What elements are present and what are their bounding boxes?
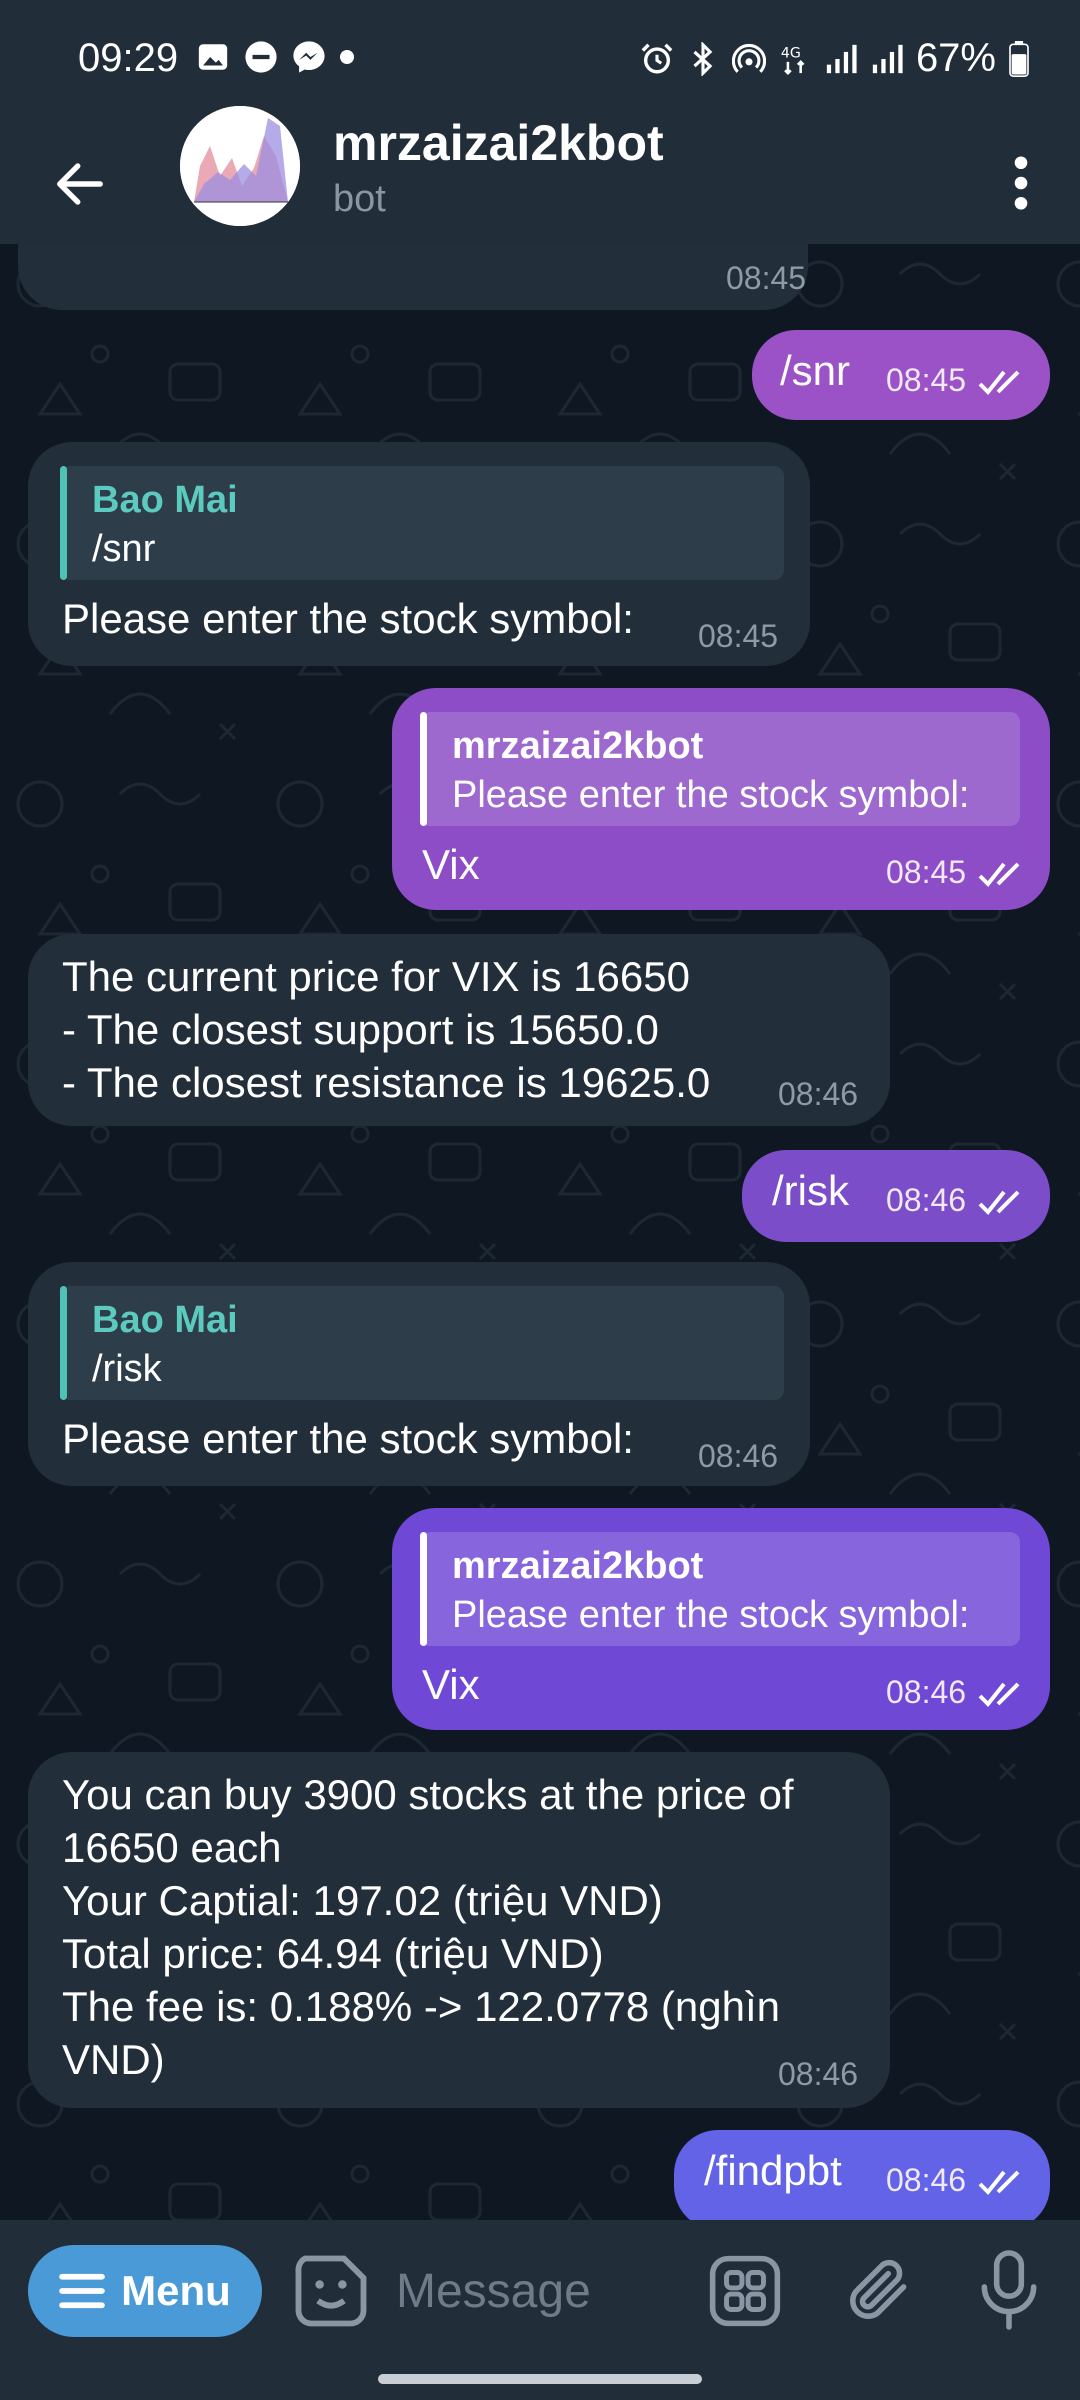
- messenger-icon: [293, 41, 325, 73]
- message-incoming[interactable]: The current price for VIX is 16650 - The…: [28, 934, 890, 1126]
- message-time: 08:46: [778, 2056, 859, 2092]
- message-outgoing[interactable]: mrzaizai2kbot Please enter the stock sym…: [392, 1508, 1050, 1730]
- message-text: Please enter the stock symbol:: [62, 1415, 634, 1462]
- double-check-icon: [978, 370, 1020, 395]
- message-incoming[interactable]: ------------------------- 08:45: [18, 244, 808, 310]
- battery-icon: [1009, 40, 1029, 77]
- battery-percent: 67%: [915, 36, 996, 80]
- bluetooth-icon: [693, 41, 713, 76]
- menu-label: Menu: [121, 2267, 231, 2314]
- message-text: Please enter the stock symbol:: [62, 595, 634, 642]
- back-button[interactable]: [40, 144, 120, 224]
- reply-text: /risk: [92, 1348, 162, 1390]
- signal-icon: [826, 44, 857, 73]
- status-time: 09:29: [78, 36, 179, 80]
- message-outgoing[interactable]: /risk 08:46: [742, 1150, 1050, 1242]
- message-text: /findpbt: [704, 2147, 842, 2194]
- system-navigation-bar: [0, 2360, 1080, 2400]
- message-time: 08:45: [726, 260, 807, 296]
- do-not-disturb-icon: [245, 41, 277, 73]
- reply-accent-bar: [420, 1532, 427, 1646]
- 4g-icon: 4G: [781, 45, 805, 75]
- reply-text: /snr: [92, 528, 156, 570]
- reply-accent-bar: [60, 466, 67, 580]
- signal-icon: [872, 44, 903, 73]
- chat-title[interactable]: mrzaizai2kbot: [333, 114, 664, 172]
- message-time: 08:46: [886, 1182, 967, 1218]
- reply-accent-bar: [60, 1286, 67, 1400]
- double-check-icon: [978, 1682, 1020, 1707]
- home-gesture-handle[interactable]: [378, 2374, 702, 2384]
- svg-text:4G: 4G: [781, 45, 801, 61]
- message-incoming[interactable]: You can buy 3900 stocks at the price of …: [28, 1752, 890, 2108]
- message-text: /risk: [772, 1167, 849, 1214]
- chat-header: mrzaizai2kbot bot: [0, 106, 1080, 244]
- double-check-icon: [978, 1190, 1020, 1215]
- message-text: The current price for VIX is 16650 - The…: [62, 953, 711, 1106]
- message-time: 08:46: [778, 1076, 859, 1112]
- message-time: 08:45: [886, 854, 967, 890]
- chat-subtitle: bot: [333, 178, 386, 220]
- reply-accent-bar: [420, 712, 427, 826]
- message-outgoing[interactable]: mrzaizai2kbot Please enter the stock sym…: [392, 688, 1050, 910]
- message-text: Vix: [422, 1661, 480, 1708]
- microphone-icon[interactable]: [972, 2248, 1046, 2332]
- message-incoming[interactable]: Bao Mai /risk Please enter the stock sym…: [28, 1262, 810, 1486]
- message-time: 08:46: [886, 1674, 967, 1710]
- message-text: Vix: [422, 841, 480, 888]
- reply-preview[interactable]: Bao Mai /risk: [60, 1286, 784, 1400]
- message-text: You can buy 3900 stocks at the price of …: [62, 1771, 794, 2083]
- message-time: 08:46: [698, 1438, 779, 1474]
- reply-author: mrzaizai2kbot: [452, 725, 704, 767]
- hotspot-icon: [731, 43, 766, 73]
- message-time: 08:45: [886, 362, 967, 398]
- dot-icon: [340, 50, 354, 64]
- reply-author: mrzaizai2kbot: [452, 1545, 704, 1587]
- avatar[interactable]: [180, 106, 300, 226]
- double-check-icon: [978, 862, 1020, 887]
- chart-avatar-image: [180, 106, 300, 226]
- message-outgoing[interactable]: /snr 08:45: [752, 330, 1050, 420]
- sticker-icon[interactable]: [292, 2252, 370, 2330]
- message-outgoing[interactable]: /findpbt 08:46: [674, 2130, 1050, 2220]
- arrow-left-icon: [57, 163, 103, 205]
- message-text: /snr: [780, 347, 851, 394]
- reply-author: Bao Mai: [92, 479, 238, 521]
- more-vertical-icon: [1014, 156, 1028, 210]
- reply-preview[interactable]: Bao Mai /snr: [60, 466, 784, 580]
- reply-author: Bao Mai: [92, 1299, 238, 1341]
- reply-preview[interactable]: mrzaizai2kbot Please enter the stock sym…: [420, 712, 1020, 826]
- bot-commands-icon[interactable]: [708, 2254, 782, 2328]
- bot-menu-button[interactable]: Menu: [28, 2245, 262, 2337]
- gallery-icon: [198, 44, 228, 70]
- message-time: 08:46: [886, 2162, 967, 2198]
- alarm-icon: [641, 43, 673, 73]
- reply-text: Please enter the stock symbol:: [452, 774, 970, 816]
- message-time: 08:45: [698, 618, 779, 654]
- status-bar: 09:29 4G 67%: [0, 0, 1080, 120]
- reply-text: Please enter the stock symbol:: [452, 1594, 970, 1636]
- more-options-button[interactable]: [986, 138, 1056, 228]
- message-input-bar: Menu: [0, 2220, 1080, 2360]
- hamburger-icon: [59, 2273, 105, 2309]
- reply-preview[interactable]: mrzaizai2kbot Please enter the stock sym…: [420, 1532, 1020, 1646]
- paperclip-icon[interactable]: [842, 2250, 916, 2330]
- double-check-icon: [978, 2170, 1020, 2195]
- chat-messages-area[interactable]: ------------------------- 08:45 /snr 08:…: [0, 244, 1080, 2220]
- message-incoming[interactable]: Bao Mai /snr Please enter the stock symb…: [28, 442, 810, 666]
- message-input[interactable]: [394, 2258, 678, 2324]
